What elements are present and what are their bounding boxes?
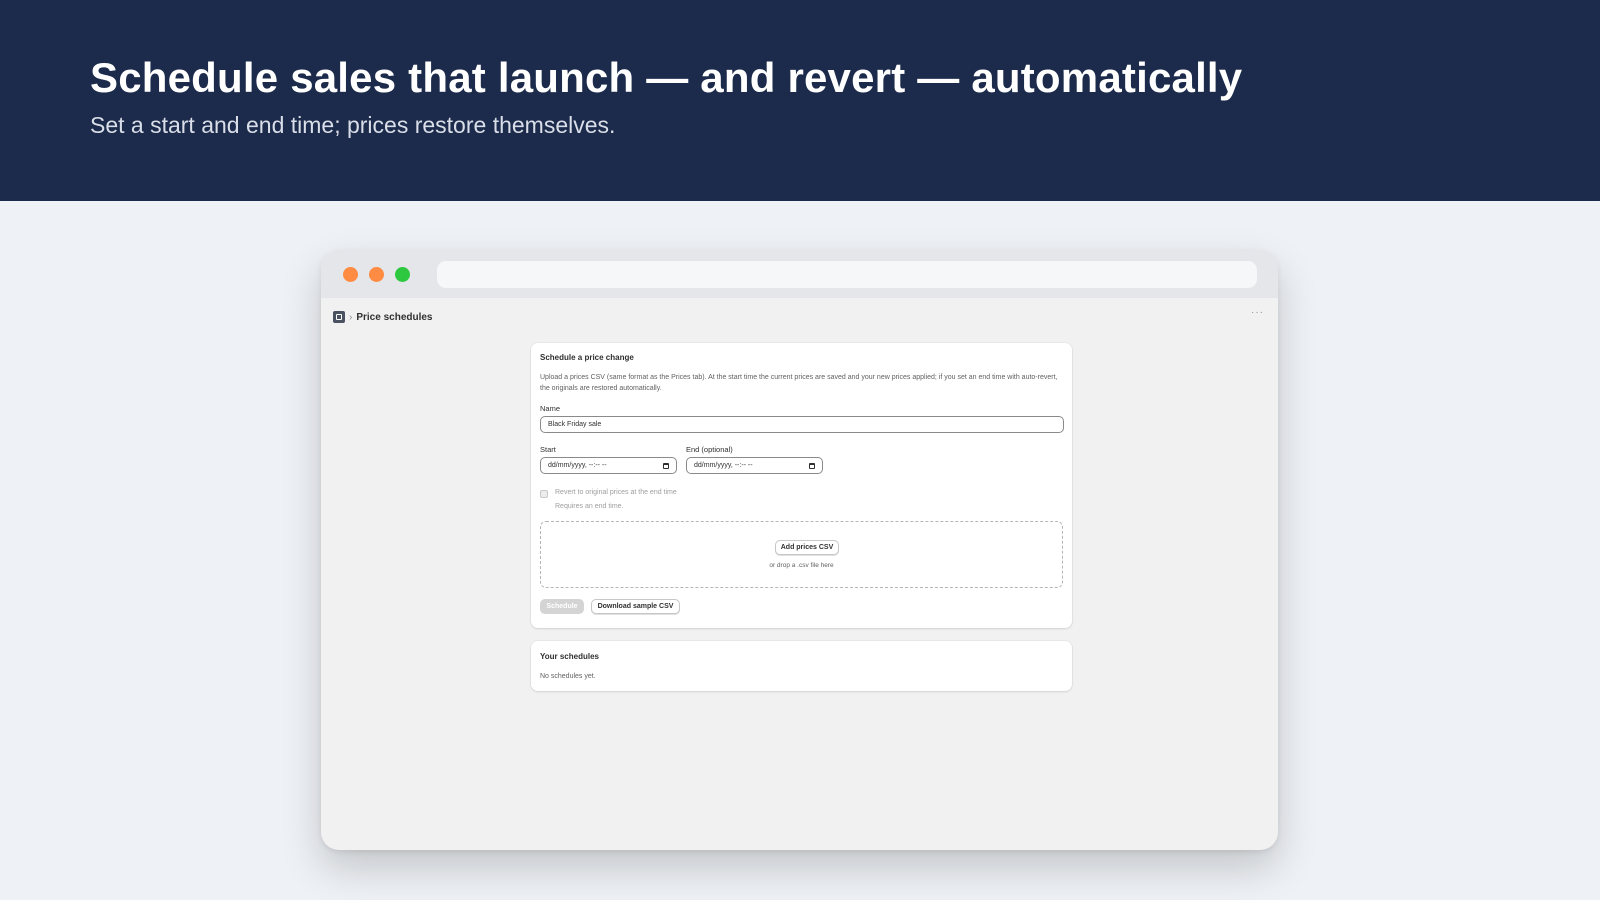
revert-label: Revert to original prices at the end tim… <box>555 489 677 496</box>
store-icon[interactable] <box>333 311 345 323</box>
your-schedules-card: Your schedules No schedules yet. <box>531 641 1072 691</box>
end-datetime-input[interactable]: dd/mm/yyyy, --:-- -- <box>686 457 823 474</box>
hero-title: Schedule sales that launch — and revert … <box>90 54 1243 101</box>
dropzone-hint: or drop a .csv file here <box>769 562 834 569</box>
schedule-button[interactable]: Schedule <box>540 599 584 614</box>
browser-window: › Price schedules ··· Schedule a price c… <box>321 250 1278 850</box>
card-description: Upload a prices CSV (same format as the … <box>540 374 1058 392</box>
empty-state-text: No schedules yet. <box>540 673 596 680</box>
browser-titlebar <box>321 250 1278 298</box>
name-label: Name <box>540 404 561 413</box>
add-prices-csv-button[interactable]: Add prices CSV <box>775 540 839 555</box>
breadcrumb-separator: › <box>349 311 353 323</box>
address-bar[interactable] <box>437 261 1257 288</box>
start-placeholder: dd/mm/yyyy, --:-- -- <box>548 462 607 469</box>
start-label: Start <box>540 445 556 454</box>
maximize-window-dot[interactable] <box>395 267 410 282</box>
start-datetime-input[interactable]: dd/mm/yyyy, --:-- -- <box>540 457 677 474</box>
card-title: Schedule a price change <box>540 353 634 362</box>
more-actions-icon[interactable]: ··· <box>1251 307 1264 318</box>
name-input-value: Black Friday sale <box>548 421 602 428</box>
csv-dropzone[interactable]: Add prices CSV or drop a .csv file here <box>540 521 1063 588</box>
minimize-window-dot[interactable] <box>369 267 384 282</box>
calendar-icon[interactable] <box>809 462 815 469</box>
download-sample-csv-button[interactable]: Download sample CSV <box>591 599 680 614</box>
revert-help-text: Requires an end time. <box>555 503 624 510</box>
name-input[interactable]: Black Friday sale <box>540 416 1064 433</box>
end-label: End (optional) <box>686 445 733 454</box>
end-placeholder: dd/mm/yyyy, --:-- -- <box>694 462 753 469</box>
hero-subtitle: Set a start and end time; prices restore… <box>90 112 616 138</box>
schedules-title: Your schedules <box>540 652 599 661</box>
schedule-price-change-card: Schedule a price change Upload a prices … <box>531 343 1072 628</box>
revert-checkbox[interactable] <box>540 490 548 498</box>
close-window-dot[interactable] <box>343 267 358 282</box>
page-title: Price schedules <box>356 311 433 323</box>
hero-banner: Schedule sales that launch — and revert … <box>0 0 1600 201</box>
breadcrumb: › Price schedules <box>333 309 433 325</box>
calendar-icon[interactable] <box>663 462 669 469</box>
